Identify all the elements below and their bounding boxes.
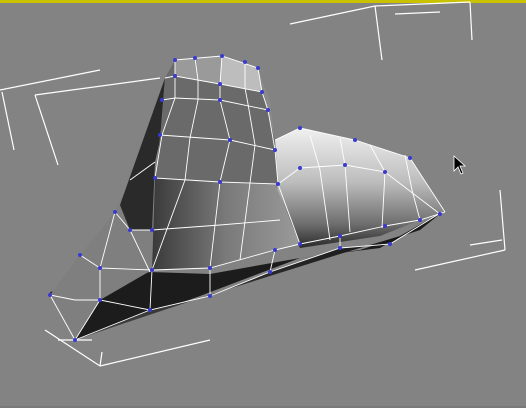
mesh-front-body <box>152 178 300 270</box>
perspective-viewport[interactable] <box>0 0 526 408</box>
editable-poly-mesh[interactable] <box>50 56 445 340</box>
arrow-cursor-icon <box>453 155 467 175</box>
viewport-canvas[interactable] <box>0 0 526 408</box>
